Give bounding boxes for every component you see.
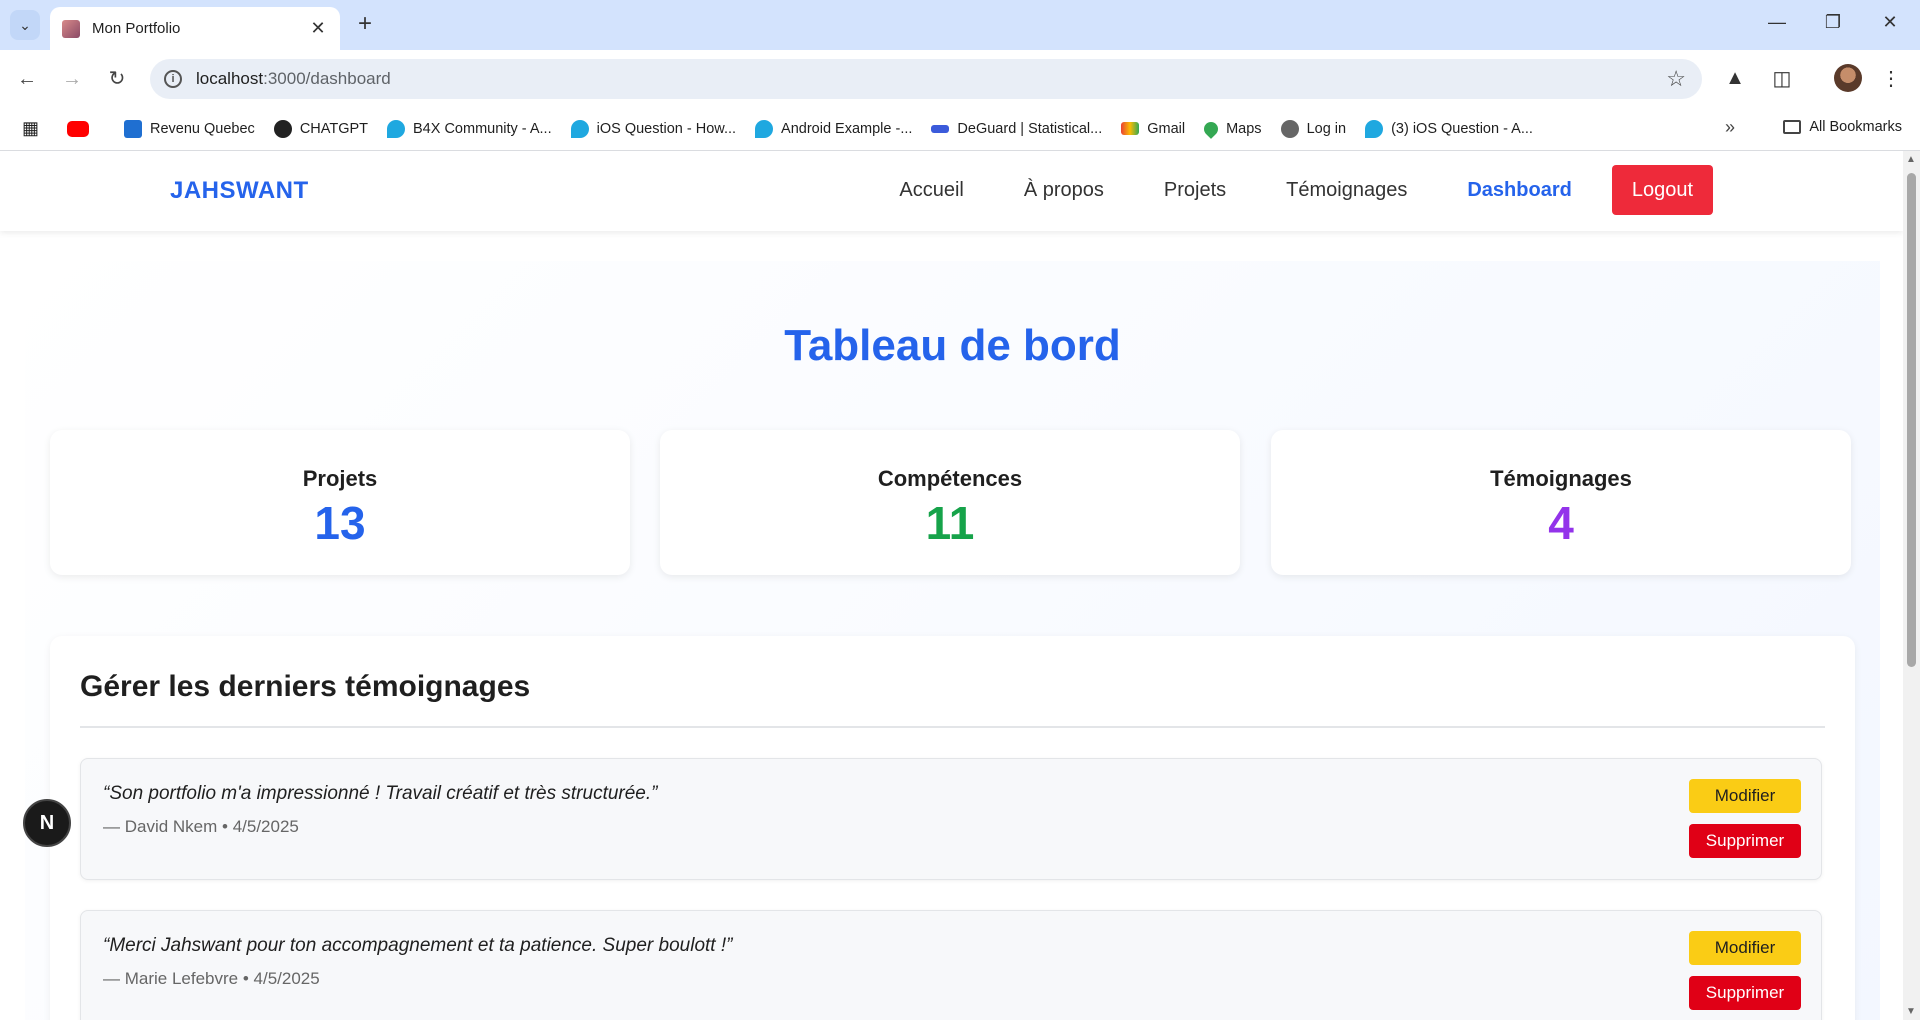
delete-button[interactable]: Supprimer bbox=[1689, 976, 1801, 1010]
stat-card-projets: Projets 13 bbox=[50, 430, 630, 575]
nav-link-temoignages[interactable]: Témoignages bbox=[1286, 179, 1407, 202]
stat-value: 13 bbox=[314, 497, 366, 549]
all-bookmarks-button[interactable]: All Bookmarks bbox=[1783, 119, 1902, 135]
puzzle-extensions-icon[interactable]: ◫ bbox=[1768, 64, 1796, 92]
edit-button[interactable]: Modifier bbox=[1689, 931, 1801, 965]
page-viewport: JAHSWANT Accueil À propos Projets Témoig… bbox=[0, 151, 1903, 1020]
stat-value: 11 bbox=[925, 497, 975, 549]
apps-grid-icon[interactable]: ▦ bbox=[22, 118, 39, 139]
tab-search-button[interactable]: ⌄ bbox=[10, 10, 40, 40]
deguard-icon bbox=[931, 124, 950, 133]
bookmark-maps[interactable]: Maps bbox=[1201, 118, 1262, 139]
nav-links: Accueil À propos Projets Témoignages Das… bbox=[839, 165, 1713, 215]
maps-icon bbox=[1201, 118, 1221, 139]
bookmark-star-icon[interactable]: ☆ bbox=[1666, 66, 1686, 92]
gmail-icon bbox=[1121, 122, 1140, 135]
revenu-quebec-icon bbox=[124, 119, 143, 138]
testimonial-meta: — Marie Lefebvre • 4/5/2025 bbox=[103, 969, 320, 988]
testimonial-quote: “Son portfolio m'a impressionné ! Travai… bbox=[103, 783, 658, 804]
site-navbar: JAHSWANT Accueil À propos Projets Témoig… bbox=[0, 151, 1903, 231]
edit-button[interactable]: Modifier bbox=[1689, 779, 1801, 813]
scrollbar-thumb[interactable] bbox=[1907, 173, 1916, 667]
testimonial-card: “Son portfolio m'a impressionné ! Travai… bbox=[80, 758, 1822, 880]
nav-link-a-propos[interactable]: À propos bbox=[1024, 179, 1104, 202]
bookmark-b4x-community[interactable]: B4X Community - A... bbox=[387, 119, 552, 138]
bookmark-revenu-quebec[interactable]: Revenu Quebec bbox=[124, 119, 255, 138]
url-text[interactable]: localhost:3000/dashboard bbox=[196, 69, 1666, 89]
divider bbox=[80, 726, 1825, 728]
more-bookmarks-icon[interactable]: » bbox=[1725, 117, 1735, 138]
new-tab-button[interactable]: + bbox=[352, 12, 378, 38]
profile-avatar[interactable] bbox=[1834, 64, 1862, 92]
bookmark-ios-question[interactable]: iOS Question - How... bbox=[570, 119, 736, 138]
minimize-icon[interactable]: — bbox=[1757, 12, 1797, 33]
youtube-icon bbox=[67, 120, 90, 137]
close-window-icon[interactable]: ✕ bbox=[1870, 12, 1910, 33]
b4x-icon bbox=[570, 119, 589, 138]
bookmark-youtube[interactable] bbox=[67, 120, 105, 137]
logout-button[interactable]: Logout bbox=[1611, 165, 1713, 215]
chatgpt-icon bbox=[273, 119, 292, 138]
nav-link-dashboard[interactable]: Dashboard bbox=[1467, 179, 1571, 202]
close-tab-icon[interactable]: ✕ bbox=[308, 18, 328, 39]
tab-favicon-icon bbox=[62, 19, 80, 38]
scroll-down-icon[interactable]: ▼ bbox=[1906, 1006, 1916, 1017]
section-title: Gérer les derniers témoignages bbox=[80, 670, 531, 703]
page-scrollbar[interactable]: ▲ ▼ bbox=[1903, 151, 1920, 1020]
browser-toolbar: ← → ↻ i localhost:3000/dashboard ☆ ▲ ◫ ⋮ bbox=[0, 50, 1920, 107]
back-icon[interactable]: ← bbox=[15, 67, 39, 91]
tab-title: Mon Portfolio bbox=[92, 20, 181, 37]
testimonial-card: “Merci Jahswant pour ton accompagnement … bbox=[80, 910, 1822, 1020]
bookmark-gmail[interactable]: Gmail bbox=[1121, 121, 1185, 137]
stat-card-temoignages: Témoignages 4 bbox=[1271, 430, 1851, 575]
stat-card-competences: Compétences 11 bbox=[660, 430, 1240, 575]
chevron-down-icon: ⌄ bbox=[19, 16, 31, 33]
site-info-icon[interactable]: i bbox=[164, 70, 182, 88]
stat-label: Compétences bbox=[877, 466, 1023, 491]
dashboard-section: Tableau de bord Projets 13 Compétences 1… bbox=[25, 261, 1880, 1020]
stat-label: Témoignages bbox=[1490, 466, 1632, 491]
folder-icon bbox=[1783, 120, 1802, 134]
b4x-icon bbox=[387, 119, 406, 138]
bookmark-log-in[interactable]: Log in bbox=[1280, 119, 1346, 138]
delete-button[interactable]: Supprimer bbox=[1689, 824, 1801, 858]
bookmark-ios-question-2[interactable]: (3) iOS Question - A... bbox=[1365, 119, 1533, 138]
browser-tab[interactable]: Mon Portfolio ✕ bbox=[50, 7, 340, 50]
forward-icon[interactable]: → bbox=[60, 67, 84, 91]
browser-tab-bar: ⌄ Mon Portfolio ✕ + — ❐ ✕ bbox=[0, 0, 1920, 50]
extension-icon[interactable]: ▲ bbox=[1721, 64, 1749, 92]
stat-value: 4 bbox=[1548, 497, 1574, 549]
reload-icon[interactable]: ↻ bbox=[105, 67, 129, 91]
bookmarks-bar: ▦ Revenu Quebec CHATGPT B4X Community - … bbox=[0, 107, 1920, 151]
address-bar[interactable]: i localhost:3000/dashboard ☆ bbox=[150, 59, 1702, 99]
stat-label: Projets bbox=[302, 466, 378, 491]
b4x-icon bbox=[1365, 119, 1384, 138]
scroll-up-icon[interactable]: ▲ bbox=[1906, 154, 1916, 165]
next-dev-badge[interactable]: N bbox=[23, 799, 71, 847]
more-menu-icon[interactable]: ⋮ bbox=[1877, 64, 1905, 92]
bookmark-deguard[interactable]: DeGuard | Statistical... bbox=[931, 121, 1102, 137]
testimonial-quote: “Merci Jahswant pour ton accompagnement … bbox=[103, 935, 733, 956]
page-title: Tableau de bord bbox=[784, 321, 1121, 370]
nav-link-projets[interactable]: Projets bbox=[1164, 179, 1226, 202]
bookmark-android-example[interactable]: Android Example -... bbox=[755, 119, 912, 138]
bookmark-chatgpt[interactable]: CHATGPT bbox=[273, 119, 368, 138]
restore-icon[interactable]: ❐ bbox=[1813, 12, 1853, 33]
brand-logo[interactable]: JAHSWANT bbox=[170, 177, 309, 205]
testimonial-meta: — David Nkem • 4/5/2025 bbox=[103, 817, 299, 836]
globe-icon bbox=[1280, 119, 1299, 138]
nav-link-accueil[interactable]: Accueil bbox=[899, 179, 963, 202]
b4x-icon bbox=[755, 119, 774, 138]
testimonials-manager: Gérer les derniers témoignages “Son port… bbox=[50, 636, 1855, 1020]
